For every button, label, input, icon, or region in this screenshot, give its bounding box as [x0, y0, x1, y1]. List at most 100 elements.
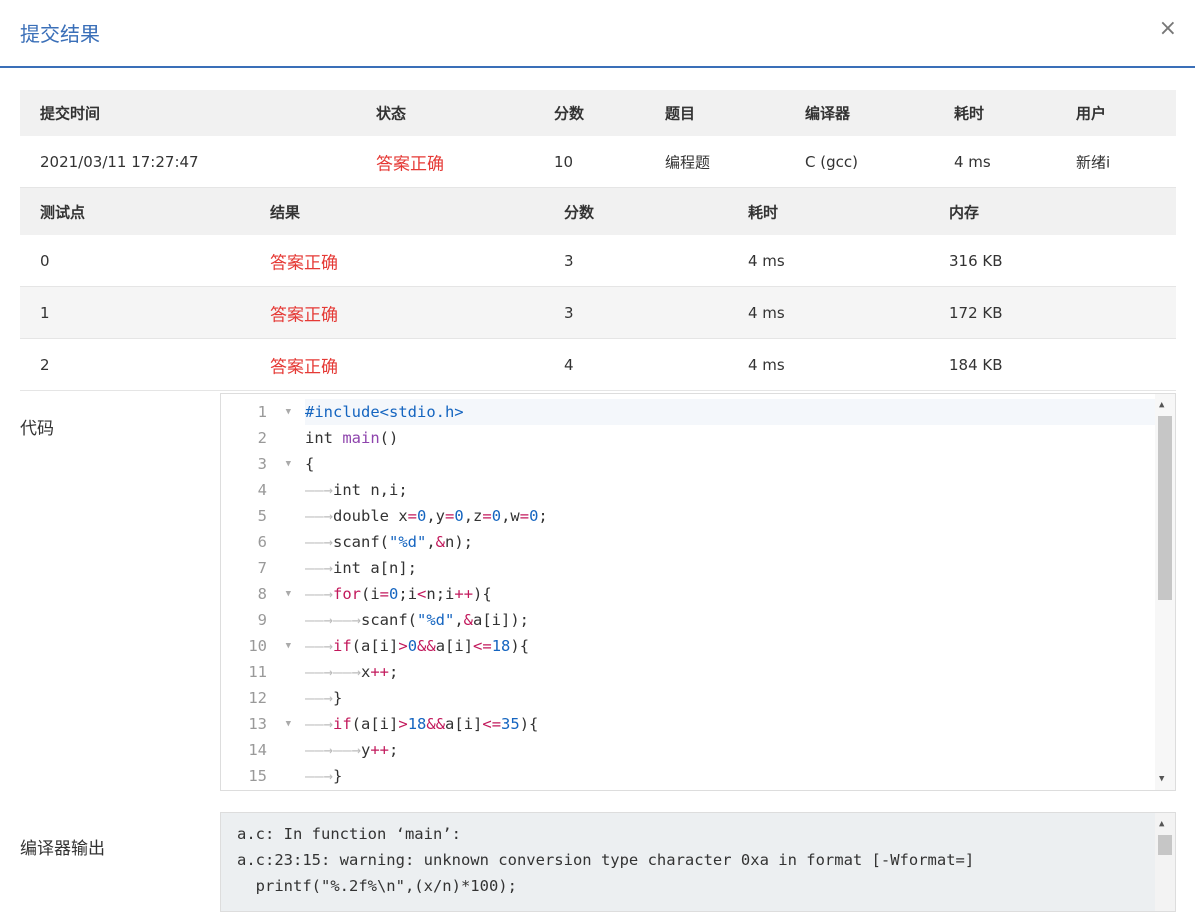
code-line[interactable]: ——→}	[305, 685, 1155, 711]
line-number-text: 7	[257, 559, 267, 577]
line-number-text: 9	[257, 611, 267, 629]
header-score: 分数	[554, 104, 585, 123]
fold-toggle-icon[interactable]: ▼	[286, 711, 291, 737]
line-number: 4	[221, 477, 299, 503]
code-line[interactable]: ——→int a[n];	[305, 555, 1155, 581]
code-line[interactable]: ——→——→scanf("%d",&a[i]);	[305, 607, 1155, 633]
testcase-score: 4	[564, 355, 574, 374]
line-number: 10 ▼	[221, 633, 299, 659]
table-row: 0 答案正确 3 4 ms 316 KB	[20, 235, 1176, 287]
line-number: 6	[221, 529, 299, 555]
header-user: 用户	[1076, 104, 1107, 123]
header-status: 状态	[376, 104, 407, 123]
code-label: 代码	[20, 419, 54, 439]
line-number: 11	[221, 659, 299, 685]
summary-header-row: 提交时间 状态 分数 题目 编译器 耗时 用户	[20, 90, 1176, 136]
header-submit-time: 提交时间	[40, 104, 101, 123]
code-line[interactable]: {	[305, 451, 1155, 477]
submit-time: 2021/03/11 17:27:47	[40, 152, 199, 171]
code-line[interactable]: ——→——→x++;	[305, 659, 1155, 685]
testcase-time: 4 ms	[748, 251, 785, 270]
scroll-down-icon[interactable]: ▼	[1159, 774, 1164, 784]
header-memory: 内存	[949, 203, 980, 221]
compiler-output-label: 编译器输出	[20, 839, 105, 859]
code-line[interactable]: ——→int n,i;	[305, 477, 1155, 503]
testcase-time: 4 ms	[748, 355, 785, 374]
line-number: 12	[221, 685, 299, 711]
code-scrollbar[interactable]: ▲ ▼	[1155, 394, 1175, 790]
header-problem: 题目	[665, 104, 696, 123]
header-result: 结果	[270, 203, 301, 221]
testcase-id: 2	[40, 355, 50, 374]
table-row: 1 答案正确 3 4 ms 172 KB	[20, 287, 1176, 339]
line-number: 14	[221, 737, 299, 763]
fold-toggle-icon[interactable]: ▼	[286, 399, 291, 425]
tests-header-row: 测试点 结果 分数 耗时 内存	[20, 188, 1176, 235]
line-number-text: 14	[248, 741, 267, 759]
code-line[interactable]: ——→——→y++;	[305, 737, 1155, 763]
problem-link[interactable]: 编程题	[665, 151, 710, 172]
compiler-line: printf("%.2f%\n",(x/n)*100);	[237, 877, 517, 895]
line-number-text: 11	[248, 663, 267, 681]
scrollbar-thumb[interactable]	[1158, 835, 1172, 855]
testcase-id: 1	[40, 303, 50, 322]
testcase-score: 3	[564, 251, 574, 270]
line-number-text: 4	[257, 481, 267, 499]
fold-toggle-icon[interactable]: ▼	[286, 581, 291, 607]
code-line[interactable]: ——→scanf("%d",&n);	[305, 529, 1155, 555]
line-number: 8 ▼	[221, 581, 299, 607]
code-line[interactable]: ——→if(a[i]>0&&a[i]<=18){	[305, 633, 1155, 659]
testcase-memory: 172 KB	[949, 303, 1003, 322]
header-compiler: 编译器	[805, 104, 851, 123]
testcase-score: 3	[564, 303, 574, 322]
fold-toggle-icon[interactable]: ▼	[286, 633, 291, 659]
line-number: 7	[221, 555, 299, 581]
line-number: 5	[221, 503, 299, 529]
line-number-text: 15	[248, 767, 267, 785]
compiler-line: a.c: In function ‘main’:	[237, 825, 461, 843]
testcase-id: 0	[40, 251, 50, 270]
header-testcase: 测试点	[40, 203, 86, 221]
score: 10	[554, 152, 574, 171]
line-number: 3 ▼	[221, 451, 299, 477]
line-number: 2	[221, 425, 299, 451]
code-lines[interactable]: #include<stdio.h> int main(){——→int n,i; —…	[305, 399, 1155, 789]
summary-row: 2021/03/11 17:27:47 答案正确 10 编程题 C (gcc) …	[20, 136, 1176, 188]
scroll-up-icon[interactable]: ▲	[1159, 400, 1164, 410]
compiler-output[interactable]: a.c: In function ‘main’: a.c:23:15: warn…	[220, 812, 1176, 912]
line-number: 13 ▼	[221, 711, 299, 737]
testcase-result: 答案正确	[270, 305, 338, 325]
fold-toggle-icon[interactable]: ▼	[286, 451, 291, 477]
testcase-memory: 316 KB	[949, 251, 1003, 270]
header-time: 耗时	[954, 104, 985, 123]
scrollbar-thumb[interactable]	[1158, 416, 1172, 600]
line-number: 15	[221, 763, 299, 789]
compiler-scrollbar[interactable]: ▲	[1155, 813, 1175, 911]
header-test-score: 分数	[564, 203, 595, 221]
user-link[interactable]: 新绪i	[1076, 151, 1110, 172]
compiler: C (gcc)	[805, 152, 858, 171]
line-number-text: 3	[257, 455, 267, 473]
code-line[interactable]: ——→}	[305, 763, 1155, 789]
scroll-up-icon[interactable]: ▲	[1159, 819, 1164, 829]
line-number-text: 5	[257, 507, 267, 525]
code-line[interactable]: ——→for(i=0;i<n;i++){	[305, 581, 1155, 607]
line-number-text: 13	[248, 715, 267, 733]
code-line[interactable]: ——→if(a[i]>18&&a[i]<=35){	[305, 711, 1155, 737]
dialog-title: 提交结果	[20, 22, 100, 46]
close-icon[interactable]: ×	[1159, 16, 1177, 41]
testcase-memory: 184 KB	[949, 355, 1003, 374]
code-line[interactable]: ——→double x=0,y=0,z=0,w=0;	[305, 503, 1155, 529]
line-number-text: 8	[257, 585, 267, 603]
dialog-header: 提交结果 ×	[0, 0, 1195, 68]
testcase-time: 4 ms	[748, 303, 785, 322]
line-gutter: 1 ▼ 2 3 ▼ 4 5 6 7 8 ▼ 9 10 ▼ 11 12 13 ▼ 14 15	[221, 399, 299, 789]
code-editor[interactable]: 1 ▼ 2 3 ▼ 4 5 6 7 8 ▼ 9 10 ▼ 11 12 13 ▼ 14 15 #include<stdi…	[220, 393, 1176, 791]
testcase-result: 答案正确	[270, 357, 338, 377]
compiler-line: a.c:23:15: warning: unknown conversion t…	[237, 851, 975, 869]
line-number-text: 6	[257, 533, 267, 551]
code-line[interactable]: #include<stdio.h>	[305, 399, 1155, 425]
line-number-text: 12	[248, 689, 267, 707]
line-number: 9	[221, 607, 299, 633]
code-line[interactable]: int main()	[305, 425, 1155, 451]
